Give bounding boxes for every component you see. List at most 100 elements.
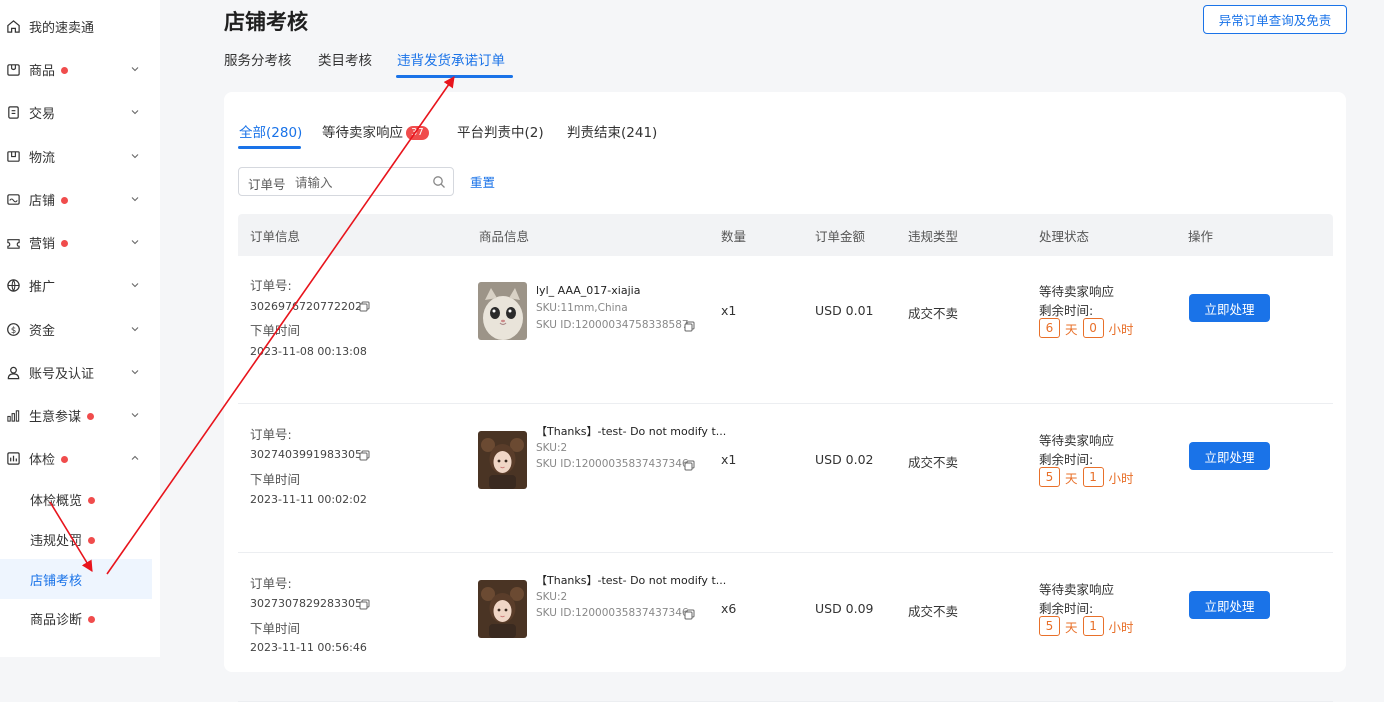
chevron-up-icon[interactable] <box>131 454 139 462</box>
user-icon <box>5 364 21 380</box>
notification-dot <box>88 615 96 623</box>
days-box: 6 <box>1039 318 1060 338</box>
hour-unit: 小时 <box>1108 619 1134 635</box>
product-title[interactable]: 【Thanks】-test- Do not modify t... <box>536 572 726 588</box>
sidebar-item-funds[interactable]: $ 资金 <box>0 309 152 349</box>
product-title[interactable]: 【Thanks】-test- Do not modify t... <box>536 423 726 439</box>
order-number: 3027403991983305 <box>250 448 362 461</box>
product-sku: SKU:2 <box>536 442 568 454</box>
bar-chart-icon <box>5 407 21 423</box>
order-amount: USD 0.01 <box>815 303 874 318</box>
tab-category-assessment[interactable]: 类目考核 <box>318 49 372 69</box>
product-title[interactable]: lyl_ AAA_017-xiajia <box>536 284 640 297</box>
copy-icon[interactable] <box>359 450 370 461</box>
sidebar-item-marketing[interactable]: 营销 <box>0 222 152 262</box>
process-now-button[interactable]: 立即处理 <box>1189 442 1270 470</box>
sidebar-item-checkup[interactable]: 体检 <box>0 438 152 478</box>
column-header: 违规类型 <box>908 229 959 244</box>
sidebar: 我的速卖通 商品 交易 物流 店铺 营销 推广 $ 资金 账号及认证 生意参谋 … <box>0 0 160 657</box>
sidebar-item-account[interactable]: 账号及认证 <box>0 352 152 392</box>
order-number: 3026976720772202 <box>250 300 362 313</box>
product-thumbnail[interactable] <box>478 282 527 340</box>
reset-link[interactable]: 重置 <box>470 172 495 191</box>
days-box: 5 <box>1039 467 1060 487</box>
sidebar-item-label: 商品 <box>29 63 56 79</box>
order-time-label: 下单时间 <box>250 323 301 338</box>
chevron-down-icon[interactable] <box>131 281 139 289</box>
order-time-label: 下单时间 <box>250 472 301 487</box>
chevron-down-icon[interactable] <box>131 325 139 333</box>
globe-icon <box>5 277 21 293</box>
hour-unit: 小时 <box>1108 321 1134 337</box>
copy-icon[interactable] <box>684 460 695 471</box>
copy-icon[interactable] <box>684 609 695 620</box>
order-time-label: 下单时间 <box>250 621 301 636</box>
svg-text:$: $ <box>10 324 15 334</box>
order-number-input[interactable] <box>295 172 423 192</box>
process-now-button[interactable]: 立即处理 <box>1189 294 1270 322</box>
sidebar-item-label: 推广 <box>29 279 56 295</box>
notification-dot <box>87 412 95 420</box>
copy-icon[interactable] <box>359 599 370 610</box>
page-title: 店铺考核 <box>224 10 308 34</box>
table-row: 订单号: 3027307829283305 下单时间 2023-11-11 00… <box>238 554 1333 702</box>
product-sku-id: SKU ID:12000035837437346 <box>536 607 689 619</box>
product-thumbnail[interactable] <box>478 580 527 638</box>
remaining-time-label: 剩余时间: <box>1039 303 1094 318</box>
chevron-down-icon[interactable] <box>131 238 139 246</box>
hours-box: 1 <box>1082 467 1104 487</box>
sidebar-item-business-advisor[interactable]: 生意参谋 <box>0 395 152 435</box>
trade-icon <box>5 104 21 120</box>
process-status: 等待卖家响应 <box>1039 284 1115 299</box>
sidebar-item-store[interactable]: 店铺 <box>0 179 152 219</box>
filter-tab-all[interactable]: 全部(280) <box>239 121 302 141</box>
process-now-button[interactable]: 立即处理 <box>1189 591 1270 619</box>
notification-dot <box>61 66 69 74</box>
sidebar-subitem-store-assessment[interactable]: 店铺考核 <box>0 559 152 599</box>
abnormal-order-query-button[interactable]: 异常订单查询及免责 <box>1203 5 1347 34</box>
sidebar-item-logistics[interactable]: 物流 <box>0 136 152 176</box>
sidebar-subitem-checkup-overview[interactable]: 体检概览 <box>0 479 152 519</box>
order-number: 3027307829283305 <box>250 597 362 610</box>
copy-icon[interactable] <box>684 321 695 332</box>
order-number-label: 订单号: <box>250 427 292 442</box>
chevron-down-icon[interactable] <box>131 65 139 73</box>
filter-tab-awaiting-seller[interactable]: 等待卖家响应 37 <box>322 121 429 141</box>
copy-icon[interactable] <box>359 301 370 312</box>
sidebar-subitem-violation-penalty[interactable]: 违规处罚 <box>0 519 152 559</box>
violation-type: 成交不卖 <box>908 306 959 321</box>
sidebar-item-trade[interactable]: 交易 <box>0 92 152 132</box>
filter-tab-label: 等待卖家响应 <box>322 125 403 141</box>
sidebar-item-products[interactable]: 商品 <box>0 49 152 89</box>
filter-tab-platform-judging[interactable]: 平台判责中(2) <box>457 121 544 141</box>
sidebar-item-label: 营销 <box>29 236 56 252</box>
sidebar-item-promotion[interactable]: 推广 <box>0 265 152 305</box>
order-amount: USD 0.09 <box>815 601 874 616</box>
column-header: 数量 <box>721 229 747 244</box>
day-unit: 天 <box>1065 470 1078 486</box>
tab-shipping-promise-violation[interactable]: 违背发货承诺订单 <box>397 49 505 69</box>
notification-dot <box>61 239 69 247</box>
day-unit: 天 <box>1065 619 1078 635</box>
notification-dot <box>88 496 96 504</box>
sidebar-subitem-product-diagnosis[interactable]: 商品诊断 <box>0 598 152 638</box>
column-header: 处理状态 <box>1039 229 1090 244</box>
sidebar-item-home[interactable]: 我的速卖通 <box>0 6 152 46</box>
chevron-down-icon[interactable] <box>131 108 139 116</box>
tab-service-score[interactable]: 服务分考核 <box>224 49 292 69</box>
violation-type: 成交不卖 <box>908 455 959 470</box>
store-icon <box>5 191 21 207</box>
chevron-down-icon[interactable] <box>131 152 139 160</box>
chevron-down-icon[interactable] <box>131 411 139 419</box>
filter-tab-judgment-ended[interactable]: 判责结束(241) <box>567 121 657 141</box>
product-thumbnail[interactable] <box>478 431 527 489</box>
hour-unit: 小时 <box>1108 470 1134 486</box>
quantity: x1 <box>721 452 737 467</box>
sidebar-item-label: 生意参谋 <box>29 409 82 425</box>
chevron-down-icon[interactable] <box>131 195 139 203</box>
search-icon[interactable] <box>432 175 446 189</box>
chevron-down-icon[interactable] <box>131 368 139 376</box>
violation-type: 成交不卖 <box>908 604 959 619</box>
sidebar-subitem-label: 店铺考核 <box>30 573 83 589</box>
sidebar-item-label: 物流 <box>29 150 56 166</box>
